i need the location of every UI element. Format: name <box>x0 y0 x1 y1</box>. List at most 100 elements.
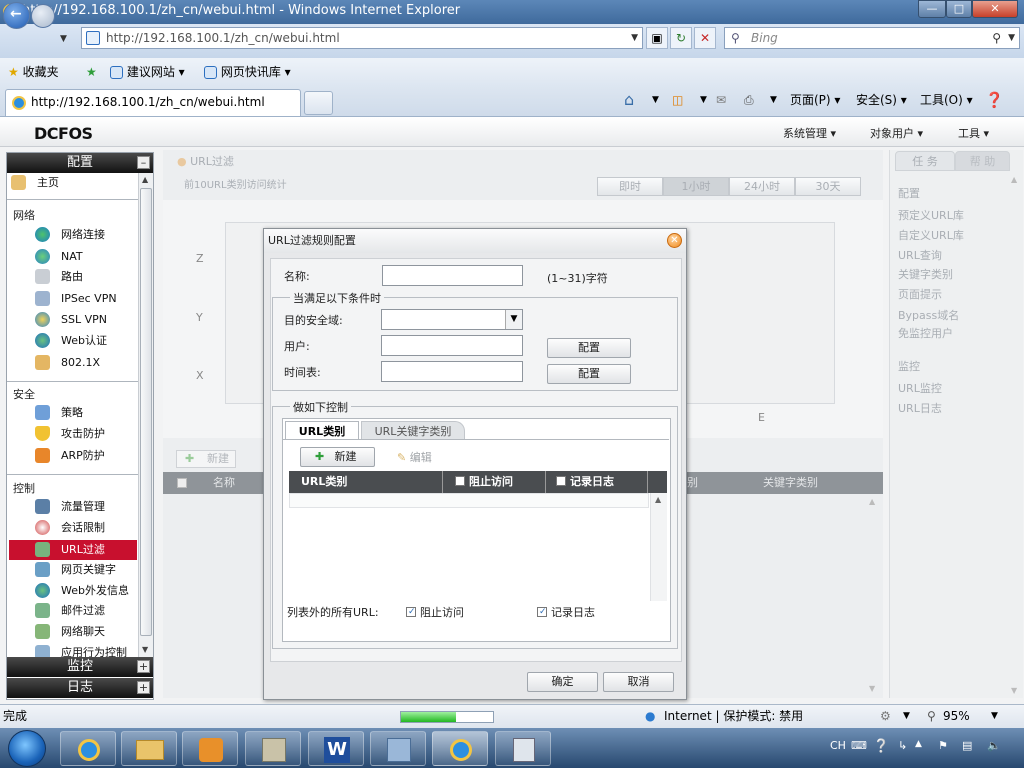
panel-scroll-up-icon[interactable]: ▲ <box>1011 175 1017 184</box>
close-window-button[interactable]: ✕ <box>972 0 1018 18</box>
sidebar-item-web-auth[interactable]: Web认证 <box>9 331 137 351</box>
web-slice-gallery-link[interactable]: 网页快讯库 ▾ <box>204 58 291 86</box>
task-link-predefined-url[interactable]: 预定义URL库 <box>898 207 964 223</box>
sidebar-item-8021x[interactable]: 802.1X <box>9 353 137 373</box>
browser-tab[interactable]: http://192.168.100.1/zh_cn/webui.html <box>5 89 301 116</box>
name-input[interactable] <box>382 265 523 286</box>
zoom-level[interactable]: 95% <box>943 705 970 728</box>
safety-menu[interactable]: 安全(S) ▾ <box>856 86 907 114</box>
taskbar-ie-pinned[interactable] <box>60 731 116 766</box>
zone-text[interactable]: Internet | 保护模式: 禁用 <box>664 705 803 728</box>
tab-url-category[interactable]: URL类别 <box>285 421 359 440</box>
task-link-url-monitor[interactable]: URL监控 <box>898 380 942 396</box>
flag-tray-icon[interactable]: ⚑ <box>938 739 948 752</box>
favorites-button[interactable]: ★ 收藏夹 <box>8 58 59 86</box>
tab-tasks[interactable]: 任 务 <box>895 151 955 171</box>
feeds-dropdown-icon[interactable]: ▼ <box>700 86 707 114</box>
home-dropdown-icon[interactable]: ▼ <box>652 86 659 114</box>
help-icon[interactable]: ❓ <box>985 86 1004 114</box>
home-icon[interactable]: ⌂ <box>624 86 634 114</box>
taskbar-explorer[interactable] <box>121 731 177 766</box>
tab-url-keyword-category[interactable]: URL关键字类别 <box>361 421 465 440</box>
zone-dropdown-icon[interactable]: ▼ <box>903 705 910 728</box>
time-1h-button[interactable]: 1小时 <box>663 177 729 196</box>
keyboard-icon[interactable]: ⌨ <box>851 739 867 752</box>
task-link-bypass-domain[interactable]: Bypass域名 <box>898 307 959 323</box>
sidebar-item-url-filter[interactable]: URL过滤 <box>9 540 137 560</box>
suggested-sites-link[interactable]: 建议网站 ▾ <box>110 58 185 86</box>
sidebar-item-home[interactable]: 主页 <box>9 173 137 193</box>
page-menu[interactable]: 页面(P) ▾ <box>790 86 840 114</box>
user-input[interactable] <box>381 335 523 356</box>
block-others-checkbox[interactable] <box>406 607 416 617</box>
sidebar-config-header[interactable]: 配置 – <box>7 153 153 173</box>
sidebar-item-routing[interactable]: 路由 <box>9 267 137 287</box>
sidebar-item-ssl-vpn[interactable]: SSL VPN <box>9 310 137 330</box>
sidebar-item-network-chat[interactable]: 网络聊天 <box>9 622 137 642</box>
zone-select[interactable]: ▼ <box>381 309 523 330</box>
refresh-button[interactable]: ↻ <box>670 27 692 49</box>
scroll-up-icon[interactable]: ▲ <box>655 495 661 504</box>
sidebar-item-attack-defense[interactable]: 攻击防护 <box>9 424 137 444</box>
language-indicator[interactable]: CH <box>830 739 846 752</box>
sidebar-item-nat[interactable]: NAT <box>9 247 137 267</box>
forward-button[interactable] <box>31 4 55 28</box>
minimize-button[interactable]: — <box>918 0 946 18</box>
sidebar-item-ipsec-vpn[interactable]: IPSec VPN <box>9 289 137 309</box>
taskbar-document[interactable] <box>495 731 551 766</box>
block-all-checkbox[interactable] <box>455 476 465 486</box>
taskbar-app-settings[interactable] <box>245 731 301 766</box>
mail-icon[interactable]: ✉ <box>716 86 726 114</box>
search-input[interactable]: ⚲ Bing ⚲ ▼ <box>724 27 1020 49</box>
sidebar-scroll-thumb[interactable] <box>140 188 152 636</box>
column-block-access[interactable]: 阻止访问 <box>455 471 513 493</box>
back-button[interactable]: ← <box>3 2 30 29</box>
print-dropdown-icon[interactable]: ▼ <box>770 86 777 114</box>
block-others-option[interactable]: 阻止访问 <box>406 604 464 620</box>
network-tray-icon[interactable]: ▤ <box>962 739 972 752</box>
new-tab-button[interactable] <box>304 91 333 115</box>
time-realtime-button[interactable]: 即时 <box>597 177 663 196</box>
sidebar-item-session-limit[interactable]: 会话限制 <box>9 518 137 538</box>
dialog-new-button[interactable]: ✚ 新建 <box>300 447 375 467</box>
schedule-input[interactable] <box>381 361 523 382</box>
sidebar-item-traffic-management[interactable]: 流量管理 <box>9 497 137 517</box>
sidebar-item-arp-defense[interactable]: ARP防护 <box>9 446 137 466</box>
log-others-option[interactable]: 记录日志 <box>537 604 595 620</box>
ime-tray-icon[interactable]: ↳ <box>898 739 907 752</box>
volume-tray-icon[interactable]: 🔈 <box>987 739 1001 752</box>
protected-mode-icon[interactable]: ⚙ <box>880 705 891 728</box>
scroll-down-icon[interactable]: ▼ <box>142 645 148 654</box>
log-all-checkbox[interactable] <box>556 476 566 486</box>
object-user-menu[interactable]: 对象用户 ▾ <box>870 125 923 141</box>
dialog-close-button[interactable]: ✕ <box>667 233 682 248</box>
compat-view-button[interactable]: ▣ <box>646 27 668 49</box>
sidebar-item-network-connection[interactable]: 网络连接 <box>9 225 137 245</box>
grid-scrollbar[interactable]: ▲ <box>650 493 667 601</box>
tools-menu[interactable]: 工具(O) ▾ <box>920 86 973 114</box>
system-management-menu[interactable]: 系统管理 ▾ <box>783 125 836 141</box>
taskbar-ie-active[interactable] <box>432 731 488 766</box>
add-favorite-button[interactable]: ★ <box>86 58 97 86</box>
tab-help[interactable]: 帮 助 <box>955 151 1010 171</box>
select-all-checkbox[interactable] <box>177 478 187 488</box>
sidebar-monitor-header[interactable]: 监控 + <box>7 657 153 677</box>
address-dropdown-icon[interactable]: ▼ <box>631 28 638 48</box>
collapse-icon[interactable]: – <box>137 156 150 169</box>
taskbar-media-player[interactable] <box>182 731 238 766</box>
sidebar-item-mail-filter[interactable]: 邮件过滤 <box>9 601 137 621</box>
grid-scroll-down-icon[interactable]: ▼ <box>869 684 875 693</box>
expand-icon[interactable]: + <box>137 660 150 673</box>
tray-expand-icon[interactable]: ▲ <box>915 739 922 749</box>
user-config-button[interactable]: 配置 <box>547 338 631 358</box>
ok-button[interactable]: 确定 <box>527 672 598 692</box>
column-log[interactable]: 记录日志 <box>556 471 614 493</box>
feeds-icon[interactable]: ◫ <box>672 86 683 114</box>
zoom-dropdown-icon[interactable]: ▼ <box>991 705 998 728</box>
zoom-icon[interactable]: ⚲ <box>927 705 936 728</box>
expand-icon[interactable]: + <box>137 681 150 694</box>
task-link-page-prompt[interactable]: 页面提示 <box>898 286 942 302</box>
task-link-url-query[interactable]: URL查询 <box>898 247 942 263</box>
grid-scroll-up-icon[interactable]: ▲ <box>869 497 875 506</box>
taskbar-word[interactable]: W <box>308 731 364 766</box>
